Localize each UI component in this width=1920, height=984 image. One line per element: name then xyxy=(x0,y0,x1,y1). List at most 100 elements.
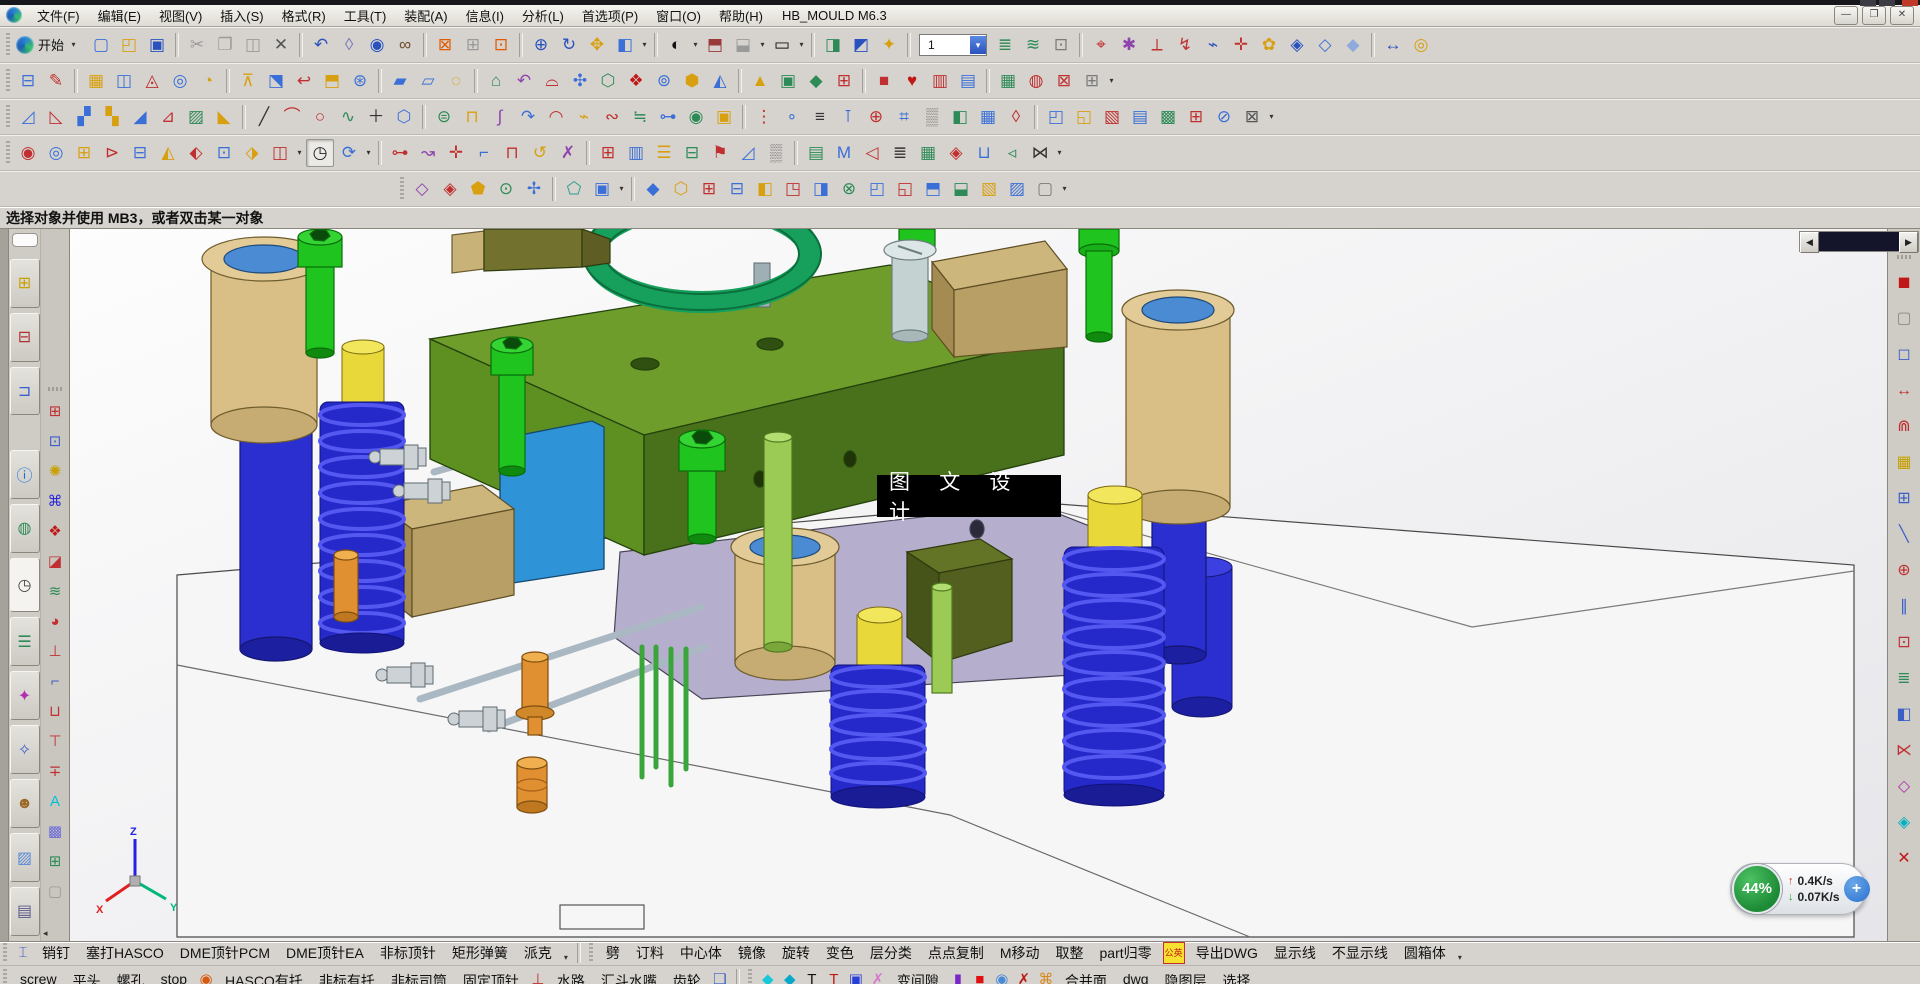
bottom-toolbar-button[interactable]: dwg xyxy=(1115,969,1157,984)
toolbar-icon[interactable]: ♥ xyxy=(899,68,925,94)
toolbar-icon[interactable]: ▞ xyxy=(71,104,97,130)
toolbar-icon[interactable]: ▰ xyxy=(387,68,413,94)
resource-bar-handle[interactable] xyxy=(11,232,38,247)
toolbar-icon[interactable]: ⊞ xyxy=(1892,487,1916,511)
dialogs-tab[interactable]: ▤ xyxy=(9,886,40,936)
toolbar-icon[interactable]: ⌁ xyxy=(571,104,597,130)
assembly-navigator-tab[interactable]: ⊞ xyxy=(9,258,40,308)
toolbar-icon[interactable]: ⬡ xyxy=(668,176,694,202)
toolbar-icon[interactable]: ⊛ xyxy=(347,68,373,94)
toolbar-icon[interactable]: ◈ xyxy=(1284,32,1310,58)
toolbar-icon[interactable]: ▱ xyxy=(415,68,441,94)
toolbar-icon[interactable]: ⌐ xyxy=(44,671,66,693)
toolbar-icon[interactable]: ⬔ xyxy=(263,68,289,94)
toolbar-icon[interactable]: ○ xyxy=(307,104,333,130)
toolbar-icon[interactable]: ❖ xyxy=(623,68,649,94)
bottom-toolbar-button[interactable]: 隐图层 xyxy=(1157,969,1215,984)
toolbar-icon[interactable]: ◆ xyxy=(803,68,829,94)
toolbar-icon[interactable]: ▣ xyxy=(589,176,615,202)
bottom-toolbar-button[interactable]: 汇斗水嘴 xyxy=(593,969,665,984)
toolbar-icon[interactable]: ∥ xyxy=(1892,595,1916,619)
toolbar-icon[interactable]: ⬡ xyxy=(595,68,621,94)
toolbar-icon[interactable]: ⊙ xyxy=(493,176,519,202)
bottom-toolbar-button[interactable]: screw xyxy=(12,969,65,984)
toolbar-icon[interactable]: ◢ xyxy=(127,104,153,130)
toolbar-icon[interactable]: ⌐ xyxy=(471,140,497,166)
toolbar-icon[interactable]: ▦ xyxy=(995,68,1021,94)
toolbar-icon[interactable]: ↺ xyxy=(527,140,553,166)
toolbar-icon[interactable]: ✎ xyxy=(43,68,69,94)
menu-item[interactable]: 窗口(O) xyxy=(647,5,710,26)
toolbar-icon[interactable]: ⌓ xyxy=(539,68,565,94)
toolbar-icon[interactable]: ▢ xyxy=(44,881,66,903)
toolbar-icon[interactable]: ↔ xyxy=(1380,32,1406,58)
toolbar-icon[interactable]: ◫ xyxy=(267,140,293,166)
toolbar-icon[interactable]: ↩ xyxy=(291,68,317,94)
toolbar-icon[interactable]: ▢ xyxy=(88,32,114,58)
toolbar-icon[interactable]: ⚑ xyxy=(707,140,733,166)
bottom-toolbar-button[interactable]: 圆箱体 xyxy=(1396,942,1454,965)
bottom-toolbar-button[interactable]: 不显示线 xyxy=(1324,942,1396,965)
toolbar-icon[interactable]: ∾ xyxy=(599,104,625,130)
toolbar-icon[interactable]: ◫ xyxy=(111,68,137,94)
dropdown-arrow-icon[interactable]: ▾ xyxy=(616,184,627,193)
os-close-button[interactable] xyxy=(1902,0,1918,6)
dropdown-arrow-icon[interactable]: ▾ xyxy=(1266,112,1277,121)
bottom-toolbar-button[interactable]: stop xyxy=(153,969,195,984)
toolbar-icon[interactable]: ▣ xyxy=(775,68,801,94)
toolbar-icon[interactable]: ⊕ xyxy=(528,32,554,58)
toolbar-icon[interactable]: ⬡ xyxy=(391,104,417,130)
toolbar-icon[interactable]: ▒ xyxy=(763,140,789,166)
toolbar-icon[interactable]: ≣ xyxy=(992,32,1018,58)
toolbar-icon[interactable]: ⌖ xyxy=(1088,32,1114,58)
toolbar-icon[interactable]: ⌁ xyxy=(1200,32,1226,58)
toolbar-icon[interactable]: ✗ xyxy=(555,140,581,166)
toolbar-icon[interactable]: ✛ xyxy=(1228,32,1254,58)
menu-item[interactable]: 分析(L) xyxy=(513,5,573,26)
toolbar-icon[interactable]: ⊡ xyxy=(1048,32,1074,58)
toolbar-icon[interactable]: ⊟ xyxy=(127,140,153,166)
toolbar-icon[interactable]: ⊞ xyxy=(44,851,66,873)
toolbar-icon[interactable]: ▨ xyxy=(183,104,209,130)
dropdown-arrow-icon[interactable]: ▾ xyxy=(639,40,650,49)
toolbar-icon[interactable]: ⬖ xyxy=(183,140,209,166)
system-materials-tab[interactable]: ☰ xyxy=(9,617,40,667)
toolbar-icon[interactable]: ◧ xyxy=(947,104,973,130)
toolbar-icon[interactable]: ◿ xyxy=(15,104,41,130)
toolbar-icon[interactable]: ◭ xyxy=(155,140,181,166)
dropdown-arrow-icon[interactable]: ▾ xyxy=(363,148,374,157)
layer-combo[interactable]: 1 ▾ xyxy=(919,33,988,56)
toolbar-icon[interactable]: ⋒ xyxy=(1892,415,1916,439)
toolbar-icon[interactable]: ◧ xyxy=(612,32,638,58)
toolbar-icon[interactable]: ↝ xyxy=(415,140,441,166)
toolbar-icon[interactable]: ⬒ xyxy=(702,32,728,58)
bottom-toolbar-icon[interactable]: ⌘ xyxy=(1035,969,1057,984)
toolbar-icon[interactable]: ◉ xyxy=(683,104,709,130)
toolbar-icon[interactable]: ⊡ xyxy=(1892,631,1916,655)
toolbar-icon[interactable]: ≣ xyxy=(1892,667,1916,691)
bottom-toolbar-icon[interactable]: ▮ xyxy=(947,969,969,984)
dropdown-arrow-icon[interactable]: ▾ xyxy=(294,148,305,157)
toolbar-icon[interactable]: ◍ xyxy=(1023,68,1049,94)
toolbar-icon[interactable]: ⊞ xyxy=(595,140,621,166)
toolbar-icon[interactable]: ❐ xyxy=(212,32,238,58)
toolbar-icon[interactable]: ■ xyxy=(871,68,897,94)
toolbar-icon[interactable]: ↶ xyxy=(308,32,334,58)
toolbar-icon[interactable]: ▤ xyxy=(1127,104,1153,130)
toolbar-icon[interactable]: ✂ xyxy=(184,32,210,58)
bottom-toolbar-icon[interactable]: ❏ xyxy=(709,969,731,984)
toolbar-icon[interactable]: ✥ xyxy=(584,32,610,58)
toolbar-icon[interactable]: ◰ xyxy=(1043,104,1069,130)
toolbar-icon[interactable]: ◃ xyxy=(999,140,1025,166)
bottom-toolbar-icon[interactable]: ◉ xyxy=(195,969,217,984)
toolbar-icon[interactable]: ⊠ xyxy=(432,32,458,58)
toolbar-icon[interactable]: ⊟ xyxy=(724,176,750,202)
bottom-toolbar-button[interactable]: 导出DWG xyxy=(1188,942,1266,965)
menu-item-hb-mould[interactable]: HB_MOULD M6.3 xyxy=(772,7,897,24)
bottom-toolbar-button[interactable]: 水路 xyxy=(549,969,593,984)
toolbar-icon[interactable]: ⊚ xyxy=(651,68,677,94)
menu-item[interactable]: 视图(V) xyxy=(150,5,211,26)
toolbar-icon[interactable]: ∘ xyxy=(779,104,805,130)
bottom-toolbar-button[interactable]: 点点复制 xyxy=(920,942,992,965)
toolbar-icon[interactable]: ⊼ xyxy=(235,68,261,94)
